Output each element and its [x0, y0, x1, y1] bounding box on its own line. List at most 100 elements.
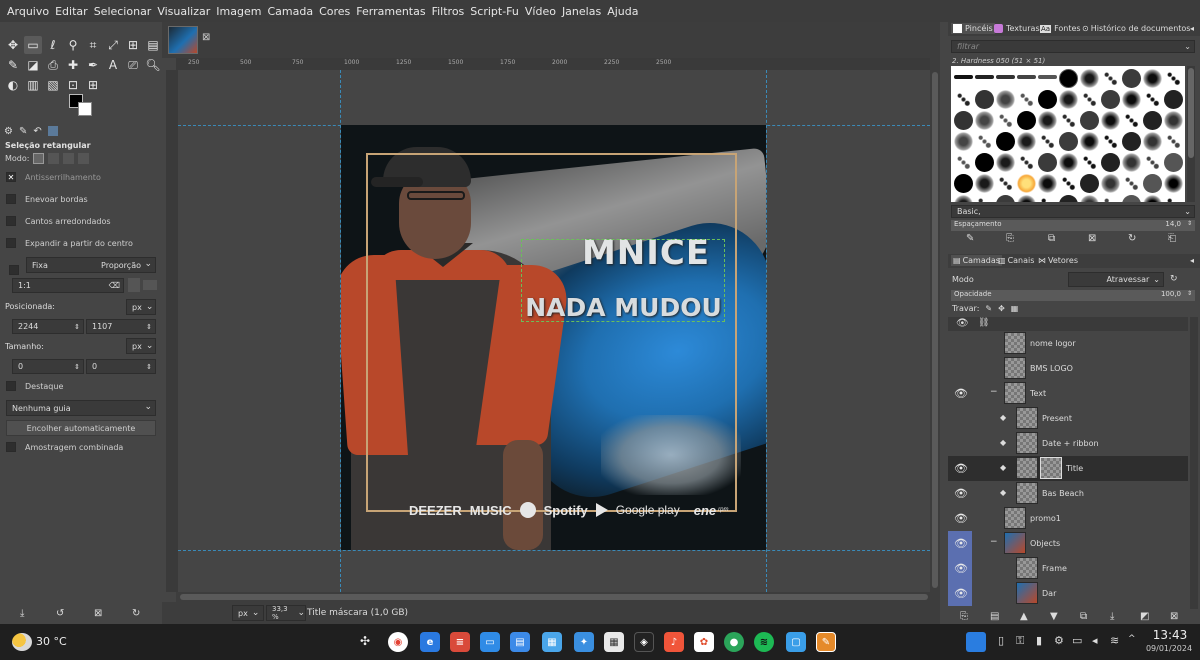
cage-tool-icon[interactable]: ▤	[144, 36, 162, 54]
dock-menu-icon[interactable]: ◂	[1190, 256, 1194, 265]
brush-item[interactable]	[1017, 90, 1036, 109]
brush-item[interactable]	[954, 153, 973, 172]
warp-tool-icon[interactable]: ⊞	[124, 36, 142, 54]
brush-item[interactable]	[1038, 174, 1057, 193]
chain-link-icon[interactable]: ◆	[1000, 463, 1006, 472]
brush-item[interactable]	[1059, 111, 1078, 130]
delete-options-icon[interactable]: ⊠	[94, 608, 102, 619]
smudge-tool-icon[interactable]: ▧	[44, 76, 62, 94]
lock-icon[interactable]: ⚿	[1016, 634, 1024, 648]
undo-history-tab-icon[interactable]: ↶	[33, 126, 41, 137]
raise-layer-icon[interactable]: ▲	[1020, 611, 1028, 622]
wifi-icon[interactable]: ≋	[1110, 634, 1119, 647]
group-collapse-icon[interactable]: −	[990, 537, 998, 547]
free-select-tool-icon[interactable]: ℓ	[44, 36, 62, 54]
brush-item[interactable]	[1101, 153, 1120, 172]
brush-item[interactable]	[975, 132, 994, 151]
save-options-icon[interactable]: ⤓	[20, 608, 24, 619]
highlight-checkbox[interactable]	[6, 381, 16, 391]
brush-item[interactable]	[1164, 111, 1183, 130]
system-tray-app-icon[interactable]	[966, 632, 986, 652]
move-tool-icon[interactable]: ✥	[4, 36, 22, 54]
gimp-icon[interactable]: ✎	[816, 632, 836, 652]
spin-icon[interactable]: ⇕	[1187, 290, 1192, 297]
duplicate-brush-icon[interactable]: ⧉	[1048, 233, 1055, 244]
brush-item[interactable]	[1017, 75, 1036, 79]
dock-menu-icon[interactable]: ◂	[1190, 24, 1194, 33]
menu-item-cores[interactable]: Cores	[316, 5, 353, 18]
appstore-icon[interactable]: ✦	[574, 632, 594, 652]
new-group-icon[interactable]: ▤	[990, 611, 999, 622]
brush-item[interactable]	[1101, 132, 1120, 151]
brush-item[interactable]	[1122, 153, 1141, 172]
lower-layer-icon[interactable]: ▼	[1050, 611, 1058, 622]
visibility-eye-icon[interactable]: 👁︎	[952, 559, 970, 577]
ratio-field[interactable]: 1:1 ⌫	[12, 278, 124, 293]
brush-filter-input[interactable]: filtrar ⌄	[951, 40, 1195, 53]
screen-icon[interactable]: ▢	[786, 632, 806, 652]
menu-item-visualizar[interactable]: Visualizar	[154, 5, 213, 18]
expand-checkbox[interactable]	[6, 238, 16, 248]
rounded-option[interactable]: Cantos arredondados	[6, 216, 111, 226]
brush-item[interactable]	[1164, 195, 1183, 202]
layer-row[interactable]: ◆ Date + ribbon	[948, 431, 1188, 456]
rect-select-tool-icon[interactable]: ▭	[24, 36, 42, 54]
weather-icon[interactable]	[12, 633, 32, 651]
brush-item[interactable]	[1017, 132, 1036, 151]
layer-row[interactable]: BMS LOGO	[948, 356, 1188, 381]
davinci-icon[interactable]: ◈	[634, 632, 654, 652]
delete-brush-icon[interactable]: ⊠	[1088, 233, 1096, 244]
brush-item[interactable]	[1101, 174, 1120, 193]
menu-item-janelas[interactable]: Janelas	[559, 5, 604, 18]
brush-grid[interactable]	[951, 66, 1185, 202]
brush-item[interactable]	[1122, 90, 1141, 109]
brush-item[interactable]	[1101, 69, 1120, 88]
color-picker-tool-icon[interactable]: ⎚	[124, 56, 142, 74]
brush-item[interactable]	[1101, 90, 1120, 109]
reset-options-icon[interactable]: ↻	[132, 608, 140, 619]
vertical-scrollbar[interactable]	[930, 58, 940, 602]
path-tool-icon[interactable]: ✒	[84, 56, 102, 74]
files-icon[interactable]: ▭	[480, 632, 500, 652]
fixed-checkbox[interactable]	[9, 265, 19, 275]
menu-item-camada[interactable]: Camada	[264, 5, 316, 18]
music-icon[interactable]: ♪	[664, 632, 684, 652]
visibility-eye-icon[interactable]: 👁︎	[952, 384, 970, 402]
merge-layer-icon[interactable]: ⤓	[1110, 611, 1114, 622]
visibility-eye-icon[interactable]: 👁︎	[952, 459, 970, 477]
layer-mask-thumbnail[interactable]	[1040, 457, 1062, 479]
brush-item[interactable]	[1038, 90, 1057, 109]
brush-item[interactable]	[954, 174, 973, 193]
menu-item-imagem[interactable]: Imagem	[213, 5, 264, 18]
brush-item[interactable]	[954, 132, 973, 151]
brush-item[interactable]	[1143, 153, 1162, 172]
brush-item[interactable]	[1059, 132, 1078, 151]
brush-item[interactable]	[975, 195, 994, 202]
brush-as-image-icon[interactable]: ⎗	[1168, 233, 1176, 244]
opacity-slider[interactable]: Opacidade 100,0 ⇕	[951, 290, 1195, 301]
sample-merged-option[interactable]: Amostragem combinada	[6, 442, 123, 452]
brush-item[interactable]	[996, 153, 1015, 172]
antialias-option[interactable]: ✕ Antisserrilhamento	[6, 172, 101, 182]
visibility-eye-icon[interactable]: 👁︎	[952, 484, 970, 502]
brush-item[interactable]	[1038, 111, 1057, 130]
brush-item[interactable]	[1143, 90, 1162, 109]
heal-tool-icon[interactable]: ✚	[64, 56, 82, 74]
transform-tool-icon[interactable]: ⤢	[104, 36, 122, 54]
layer-row[interactable]: 👁︎ promo1	[948, 506, 1188, 531]
device-status-tab-icon[interactable]: ✎	[19, 126, 27, 137]
landscape-icon[interactable]	[143, 280, 157, 290]
brush-item[interactable]	[1143, 195, 1162, 202]
layer-row[interactable]: nome logor	[948, 331, 1188, 356]
delete-layer-icon[interactable]: ⊠	[1170, 611, 1178, 622]
new-layer-icon[interactable]: ⎘	[960, 611, 968, 622]
spin-icon[interactable]: ⇕	[146, 323, 152, 331]
spotify-taskbar-icon[interactable]: ≋	[754, 632, 774, 652]
brush-item[interactable]	[1122, 174, 1141, 193]
photos-icon[interactable]: ▦	[542, 632, 562, 652]
calculator-icon[interactable]: ▦	[604, 632, 624, 652]
layer-row[interactable]: 👁︎ ◆ Bas Beach	[948, 481, 1188, 506]
feather-option[interactable]: Enevoar bordas	[6, 194, 88, 204]
brush-item[interactable]	[1122, 69, 1141, 88]
brush-item[interactable]	[954, 75, 973, 79]
